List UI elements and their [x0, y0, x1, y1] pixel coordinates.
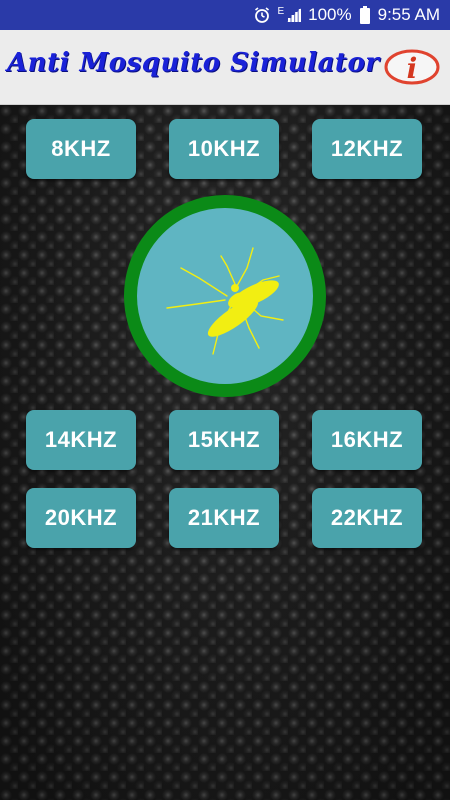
status-bar: E 100% 9:55 AM: [0, 0, 450, 30]
app-title: Anti Mosquito Simulator: [7, 48, 380, 78]
freq-button-14khz[interactable]: 14KHZ: [26, 410, 136, 470]
freq-button-12khz[interactable]: 12KHZ: [312, 119, 422, 179]
signal-icon: [286, 7, 302, 23]
clock: 9:55 AM: [377, 5, 440, 24]
mosquito-toggle-button[interactable]: [124, 195, 326, 397]
mosquito-icon: [166, 247, 284, 355]
info-button[interactable]: i: [384, 48, 440, 86]
info-icon: i: [384, 49, 440, 85]
alarm-icon: [253, 6, 271, 24]
freq-button-21khz[interactable]: 21KHZ: [169, 488, 279, 548]
battery-icon: [359, 6, 370, 24]
freq-button-10khz[interactable]: 10KHZ: [169, 119, 279, 179]
freq-button-15khz[interactable]: 15KHZ: [169, 410, 279, 470]
app-bar: Anti Mosquito Simulator i: [0, 30, 450, 105]
freq-button-20khz[interactable]: 20KHZ: [26, 488, 136, 548]
battery-percentage: 100%: [308, 5, 352, 24]
freq-button-16khz[interactable]: 16KHZ: [312, 410, 422, 470]
freq-button-22khz[interactable]: 22KHZ: [312, 488, 422, 548]
app-screen: E 100% 9:55 AM Anti Mosquito Simulator i…: [0, 0, 450, 800]
network-e-icon: E: [277, 6, 285, 17]
freq-button-8khz[interactable]: 8KHZ: [26, 119, 136, 179]
svg-text:i: i: [407, 52, 418, 85]
